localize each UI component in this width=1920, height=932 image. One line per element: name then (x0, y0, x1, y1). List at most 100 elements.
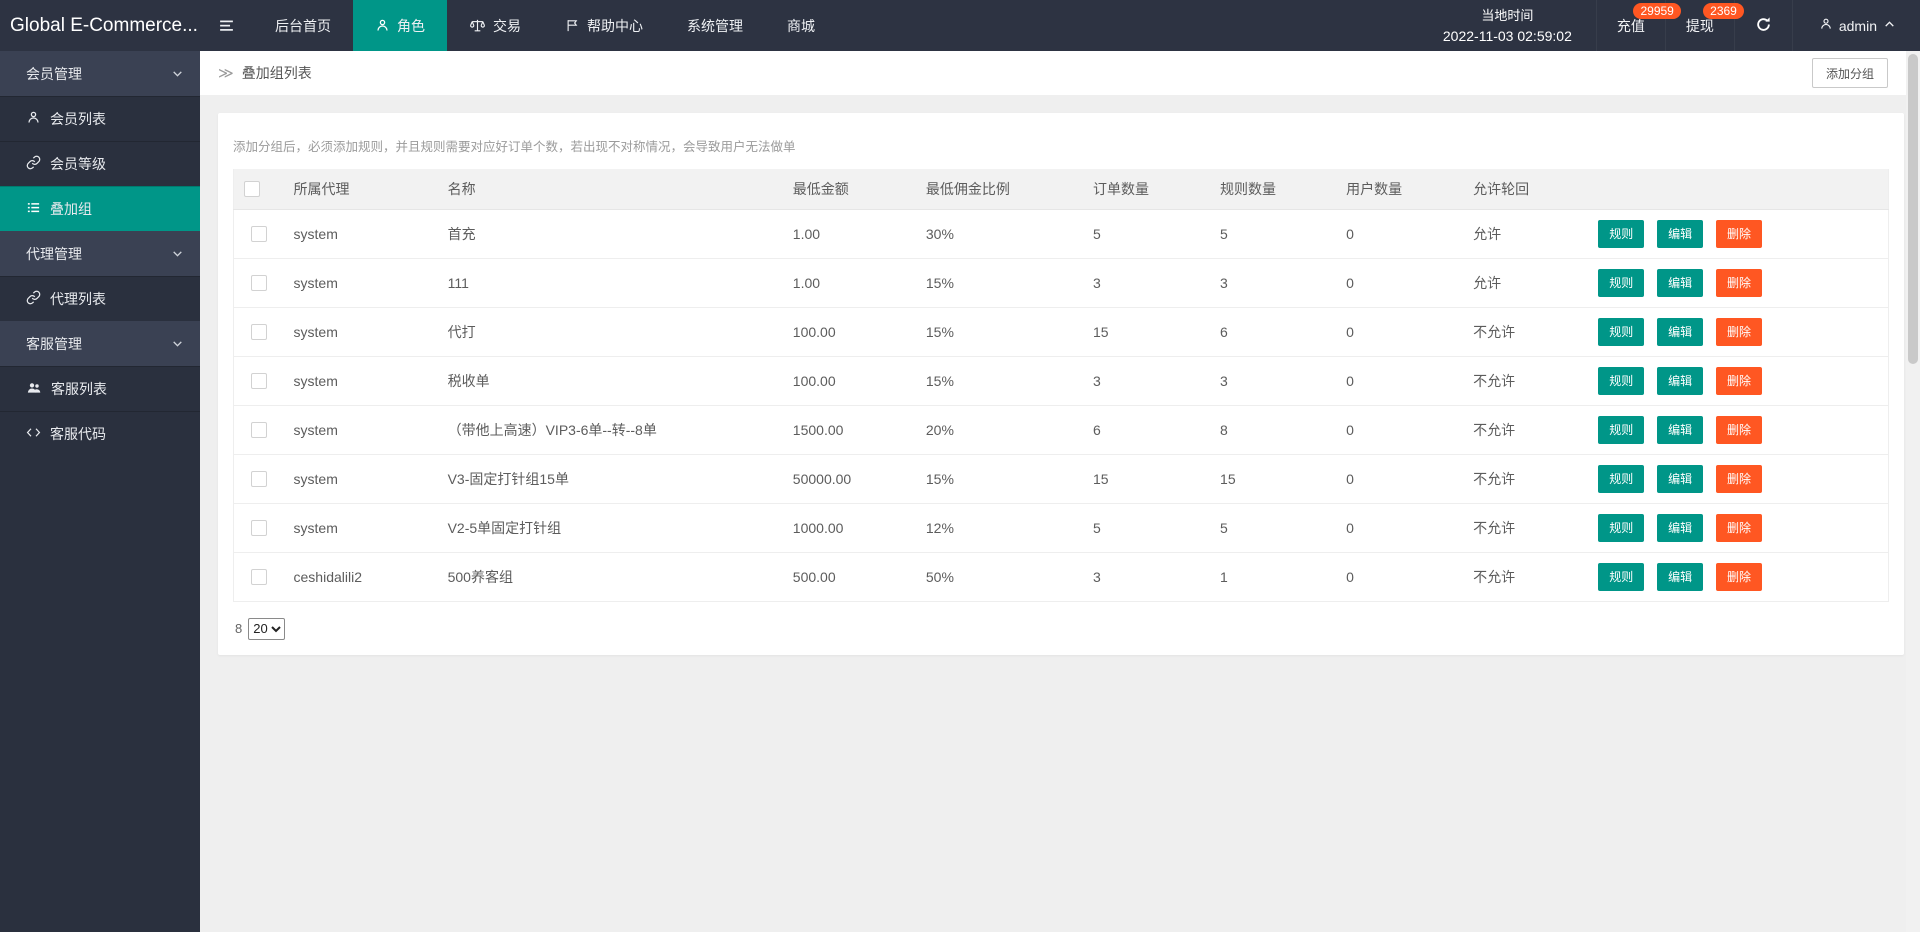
nav-trade[interactable]: 交易 (447, 0, 543, 51)
row-checkbox[interactable] (250, 226, 267, 243)
edit-button[interactable]: 编辑 (1657, 415, 1704, 444)
edit-button[interactable]: 编辑 (1657, 464, 1704, 493)
delete-button[interactable]: 删除 (1716, 366, 1763, 395)
cell-orders: 3 (1082, 356, 1211, 406)
edit-button[interactable]: 编辑 (1657, 366, 1704, 395)
delete-button[interactable]: 删除 (1716, 317, 1763, 346)
cell-agent: system (283, 405, 438, 455)
nav-label: 系统管理 (687, 17, 743, 34)
cell-orders: 15 (1082, 454, 1211, 504)
sidebar-item-agent-list[interactable]: 代理列表 (0, 276, 200, 321)
page-size-select[interactable]: 20 (248, 617, 286, 640)
sidebar-item-member-level[interactable]: 会员等级 (0, 141, 200, 186)
sidebar-group-label: 客服管理 (26, 335, 82, 352)
edit-button[interactable]: 编辑 (1657, 219, 1704, 248)
edit-button[interactable]: 编辑 (1657, 513, 1704, 542)
delete-button[interactable]: 删除 (1716, 219, 1763, 248)
sidebar-group-service[interactable]: 客服管理 (0, 321, 200, 366)
rules-button[interactable]: 规则 (1598, 219, 1645, 248)
cell-agent: system (283, 454, 438, 504)
rules-button[interactable]: 规则 (1598, 366, 1645, 395)
cell-min-amount: 1000.00 (782, 503, 916, 553)
sidebar-item-label: 客服列表 (51, 381, 107, 397)
nav-label: 后台首页 (275, 17, 331, 34)
cell-agent: system (283, 503, 438, 553)
nav-roles[interactable]: 角色 (353, 0, 447, 51)
nav-help-center[interactable]: 帮助中心 (543, 0, 665, 51)
nav-mall[interactable]: 商城 (765, 0, 837, 51)
edit-button[interactable]: 编辑 (1657, 317, 1704, 346)
cell-name: 500养客组 (437, 552, 783, 602)
cell-users: 0 (1336, 209, 1464, 259)
cell-name: 111 (437, 258, 783, 308)
pagination: 8 20 (233, 617, 1889, 640)
edit-button[interactable]: 编辑 (1657, 268, 1704, 297)
rules-button[interactable]: 规则 (1598, 562, 1645, 591)
sidebar-item-stack-group[interactable]: 叠加组 (0, 186, 200, 231)
cell-min-commission: 15% (915, 258, 1083, 308)
cell-agent: system (283, 209, 438, 259)
table-row: ceshidalili2 500养客组 500.00 50% 3 1 0 不允许… (233, 552, 1889, 602)
hamburger-icon (218, 17, 235, 34)
sidebar-group-agent[interactable]: 代理管理 (0, 231, 200, 276)
person-icon (375, 18, 390, 33)
edit-button[interactable]: 编辑 (1657, 562, 1704, 591)
add-group-button[interactable]: 添加分组 (1811, 58, 1888, 88)
rules-button[interactable]: 规则 (1598, 415, 1645, 444)
chevron-down-icon (171, 337, 184, 353)
rules-button[interactable]: 规则 (1598, 317, 1645, 346)
table-header-row: 所属代理 名称 最低金额 最低佣金比例 订单数量 规则数量 用户数量 允许轮回 (233, 169, 1889, 210)
nav-dashboard[interactable]: 后台首页 (253, 0, 353, 51)
groups-table: 所属代理 名称 最低金额 最低佣金比例 订单数量 规则数量 用户数量 允许轮回 … (233, 169, 1889, 602)
withdraw-badge: 2369 (1703, 3, 1744, 19)
row-checkbox[interactable] (250, 373, 267, 390)
cell-name: 税收单 (437, 356, 783, 406)
sidebar-group-label: 代理管理 (26, 245, 82, 262)
rules-button[interactable]: 规则 (1598, 268, 1645, 297)
nav-label: 交易 (493, 17, 521, 34)
recharge-button[interactable]: 充值 29959 (1595, 0, 1681, 51)
sidebar-item-service-list[interactable]: 客服列表 (0, 366, 200, 411)
row-checkbox[interactable] (250, 422, 267, 439)
sidebar-item-service-code[interactable]: 客服代码 (0, 411, 200, 456)
delete-button[interactable]: 删除 (1716, 415, 1763, 444)
col-header-orders: 订单数量 (1082, 169, 1211, 210)
delete-button[interactable]: 删除 (1716, 513, 1763, 542)
delete-button[interactable]: 删除 (1716, 268, 1763, 297)
cell-min-amount: 100.00 (782, 356, 916, 406)
cell-rules: 1 (1210, 552, 1337, 602)
topbar: Global E-Commerce... 后台首页 角色 交易 帮助中心 系统管… (0, 0, 1920, 51)
sidebar-item-label: 客服代码 (50, 426, 106, 442)
table-row: system 111 1.00 15% 3 3 0 允许 规则 编辑 删除 (233, 258, 1889, 308)
row-checkbox[interactable] (250, 275, 267, 292)
notice-text: 添加分组后，必须添加规则，并且规则需要对应好订单个数，若出现不对称情况，会导致用… (233, 140, 796, 154)
cell-name: 首充 (437, 209, 783, 259)
delete-button[interactable]: 删除 (1716, 562, 1763, 591)
cell-min-commission: 50% (915, 552, 1083, 602)
row-checkbox[interactable] (250, 471, 267, 488)
rules-button[interactable]: 规则 (1598, 513, 1645, 542)
nav-system[interactable]: 系统管理 (665, 0, 765, 51)
sidebar-group-member[interactable]: 会员管理 (0, 51, 200, 96)
scrollbar-thumb[interactable] (1908, 54, 1918, 364)
delete-button[interactable]: 删除 (1716, 464, 1763, 493)
cell-min-amount: 1.00 (782, 209, 916, 259)
sidebar-collapse-button[interactable] (200, 0, 253, 51)
total-count: 8 (235, 621, 243, 636)
cell-min-commission: 20% (915, 405, 1083, 455)
cell-min-commission: 15% (915, 454, 1083, 504)
cell-users: 0 (1336, 405, 1464, 455)
rules-button[interactable]: 规则 (1598, 464, 1645, 493)
user-menu[interactable]: admin (1791, 0, 1920, 51)
link-icon (26, 290, 41, 308)
row-checkbox[interactable] (250, 569, 267, 586)
col-header-users: 用户数量 (1336, 169, 1464, 210)
list-icon (26, 200, 41, 218)
row-checkbox[interactable] (250, 520, 267, 537)
col-header-rules: 规则数量 (1210, 169, 1337, 210)
table-row: system 税收单 100.00 15% 3 3 0 不允许 规则 编辑 删除 (233, 356, 1889, 406)
select-all-checkbox[interactable] (244, 181, 260, 198)
sidebar-item-member-list[interactable]: 会员列表 (0, 96, 200, 141)
vertical-scrollbar[interactable] (1906, 51, 1920, 932)
row-checkbox[interactable] (250, 324, 267, 341)
